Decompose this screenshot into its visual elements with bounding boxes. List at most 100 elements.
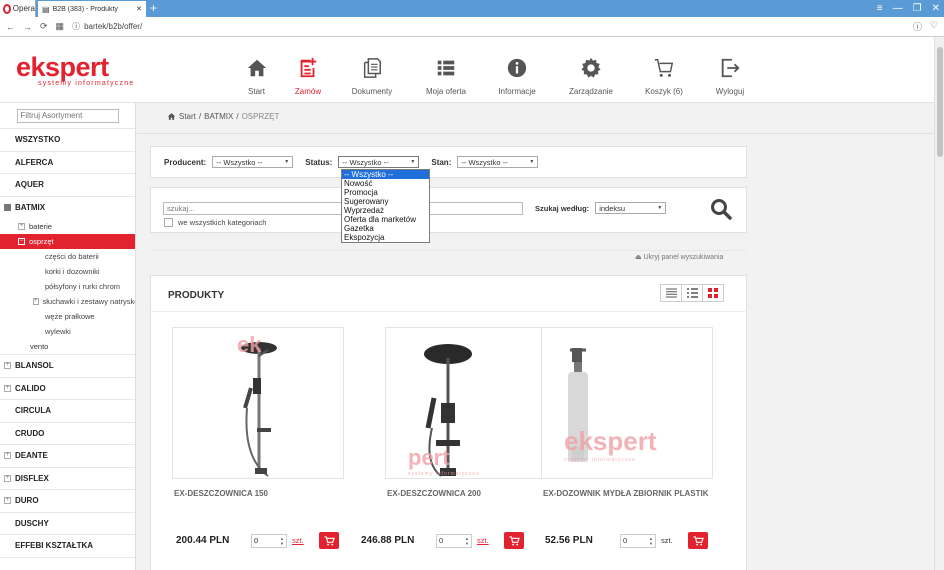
opera-menu-button[interactable]: Opera (0, 0, 36, 17)
collapse-icon[interactable] (4, 204, 11, 212)
sidebar-item-baterie[interactable]: + baterie (0, 219, 135, 234)
maximize-icon[interactable]: ❐ (913, 3, 922, 14)
minimize-icon[interactable]: — (893, 3, 903, 14)
unit-link[interactable]: szt. (477, 536, 499, 545)
expand-icon[interactable]: + (4, 384, 11, 392)
main-nav: Start Zamów Dokumenty Moja oferta Inform… (230, 37, 761, 103)
sidebar-item-duro[interactable]: + DURO (0, 490, 135, 513)
search-by-value: indeksu (599, 203, 626, 213)
quantity-stepper[interactable]: 0 ▲ ▼ (620, 533, 656, 548)
stepper-arrows-icon[interactable]: ▲ ▼ (280, 536, 284, 546)
add-to-cart-button[interactable] (319, 532, 339, 549)
breadcrumb-batmix[interactable]: BATMIX (204, 112, 233, 121)
sidebar-item-vento[interactable]: vento (0, 339, 135, 355)
sidebar-item-calido[interactable]: + CALIDO (0, 378, 135, 400)
product-name[interactable]: EX-DESZCZOWNICA 200 (385, 489, 557, 523)
sidebar-item-alferca[interactable]: ALFERCA (0, 152, 135, 174)
view-grid-button[interactable] (702, 284, 724, 302)
expand-icon[interactable]: + (18, 223, 25, 230)
status-option-ekspozycja[interactable]: Ekspozycja (342, 233, 429, 242)
ekspert-logo[interactable]: ekspert systemy informatyczne (16, 54, 134, 88)
scrollbar-thumb[interactable] (937, 47, 943, 157)
nav-zamow[interactable]: Zamów (283, 37, 333, 103)
all-categories-option[interactable]: we wszystkich kategoriach (164, 218, 266, 227)
stepper-arrows-icon[interactable]: ▲ ▼ (649, 536, 653, 546)
stepper-arrows-icon[interactable]: ▲ ▼ (465, 536, 469, 546)
expand-icon[interactable]: + (4, 452, 11, 460)
sidebar-item-osprzet[interactable]: − osprzęt (0, 234, 135, 249)
sidebar-item-duschy[interactable]: DUSCHY (0, 513, 135, 535)
sidebar-item-batmix[interactable]: BATMIX (0, 197, 135, 220)
breadcrumb-start[interactable]: Start (179, 112, 196, 121)
add-to-cart-button[interactable] (688, 532, 708, 549)
producer-select[interactable]: -- Wszystko -- ▼ (212, 156, 294, 168)
nav-dokumenty[interactable]: Dokumenty (333, 37, 411, 103)
stan-select[interactable]: -- Wszystko -- ▼ (457, 156, 539, 168)
sidebar-item-sluchawki[interactable]: + słuchawki i zestawy natryskowe (0, 294, 135, 309)
nav-wyloguj[interactable]: Wyloguj (699, 37, 761, 103)
expand-icon[interactable]: + (4, 474, 11, 482)
collapse-icon[interactable]: − (18, 238, 25, 245)
nav-zarzadzanie[interactable]: Zarządzanie (553, 37, 629, 103)
status-option-promocja[interactable]: Promocja (342, 188, 429, 197)
sidebar-item-weze[interactable]: węże prałkowe (0, 309, 135, 324)
expand-icon[interactable]: + (33, 298, 39, 305)
nav-start[interactable]: Start (230, 37, 283, 103)
sidebar-item-czesci-do-baterii[interactable]: części do baterii (0, 249, 135, 264)
nav-koszyk[interactable]: Koszyk (6) (629, 37, 699, 103)
sidebar-item-wszystko[interactable]: WSZYSTKO (0, 129, 135, 152)
sidebar-item-blansol[interactable]: + BLANSOL (0, 355, 135, 378)
filter-assortment-input[interactable] (16, 108, 119, 123)
back-icon[interactable]: ← (6, 22, 15, 32)
sidebar-item-aquer[interactable]: AQUER (0, 174, 135, 197)
status-option-wyprzedaz[interactable]: Wyprzedaż (342, 206, 429, 215)
status-option-nowosc[interactable]: Nowość (342, 179, 429, 188)
reload-icon[interactable]: ⟳ (40, 21, 48, 32)
site-info-icon[interactable]: ⓘ (72, 21, 80, 32)
expand-icon[interactable]: + (4, 362, 11, 370)
hide-search-panel-link[interactable]: ⏏ Ukryj panel wyszukiwania (635, 253, 723, 262)
product-image[interactable]: ekspert systemy informatyczne (541, 327, 713, 479)
sidebar-item-circula[interactable]: CIRCULA (0, 400, 135, 423)
close-window-icon[interactable]: ✕ (932, 3, 940, 14)
sidebar-item-effebi[interactable]: EFFEBI KSZTAŁTKA (0, 535, 135, 558)
nav-informacje[interactable]: Informacje (481, 37, 553, 103)
bookmark-heart-icon[interactable]: ♡ (930, 20, 938, 33)
product-price: 52.56 PLN (545, 535, 593, 546)
status-option-all[interactable]: -- Wszystko -- (342, 170, 429, 179)
search-by-select[interactable]: indeksu ▼ (595, 202, 667, 214)
sidebar-item-deante[interactable]: + DEANTE (0, 445, 135, 468)
sidebar-item-korki-i-dozowniki[interactable]: korki i dozowniki (0, 264, 135, 279)
quantity-stepper[interactable]: 0 ▲ ▼ (251, 533, 287, 548)
new-tab-button[interactable]: + (150, 1, 157, 15)
speed-dial-icon[interactable]: ▦ (56, 21, 65, 32)
page-scrollbar[interactable] (934, 37, 944, 570)
search-button[interactable] (709, 197, 733, 224)
product-image[interactable]: pert systemy informatyczne (385, 327, 557, 479)
page-info-icon[interactable]: ⓘ (913, 20, 922, 33)
product-image[interactable]: ek (172, 327, 344, 479)
forward-icon[interactable]: → (23, 22, 32, 32)
status-select[interactable]: -- Wszystko -- ▼ (338, 156, 420, 168)
unit-link[interactable]: szt. (292, 536, 314, 545)
view-list-button[interactable] (660, 284, 682, 302)
sidebar-item-disflex[interactable]: + DISFLEX (0, 468, 135, 490)
status-option-sugerowany[interactable]: Sugerowany (342, 197, 429, 206)
all-categories-checkbox[interactable] (164, 218, 173, 227)
nav-moja-oferta[interactable]: Moja oferta (411, 37, 481, 103)
expand-icon[interactable]: + (4, 497, 11, 505)
sidebar-item-polsyfony[interactable]: półsyfony i rurki chrom (0, 279, 135, 294)
quantity-stepper[interactable]: 0 ▲ ▼ (436, 533, 472, 548)
product-name[interactable]: EX-DOZOWNIK MYDŁA ZBIORNIK PLASTIK (541, 489, 713, 523)
sidebar-item-wylewki[interactable]: wylewki (0, 324, 135, 339)
sidebar-item-crudo[interactable]: CRUDO (0, 423, 135, 445)
url-field[interactable]: ⓘ bartek/b2b/offer/ (72, 21, 905, 32)
browser-tab[interactable]: ▤ B2B (383) - Produkty ✕ (38, 1, 146, 17)
product-name[interactable]: EX-DESZCZOWNICA 150 (172, 489, 344, 523)
status-option-gazetka[interactable]: Gazetka (342, 224, 429, 233)
view-detail-list-button[interactable] (681, 284, 703, 302)
status-option-oferta-marketow[interactable]: Oferta dla marketów (342, 215, 429, 224)
tab-close-icon[interactable]: ✕ (136, 5, 142, 13)
tab-menu-icon[interactable]: ≡ (877, 3, 883, 14)
add-to-cart-button[interactable] (504, 532, 524, 549)
